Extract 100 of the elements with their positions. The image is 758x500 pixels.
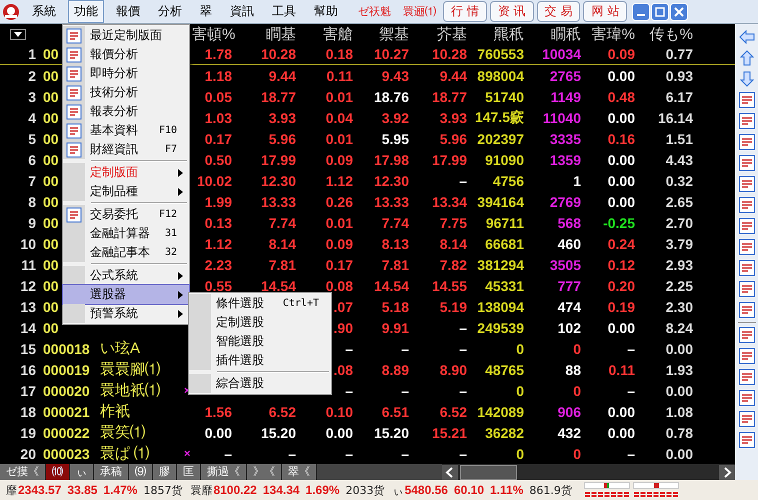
sheet-tab[interactable]: 承稿 <box>94 464 129 480</box>
table-cell: 10.28 <box>432 46 467 62</box>
column-header[interactable]: 羆秖 <box>494 26 524 42</box>
menu-option[interactable]: 插件選股 <box>189 351 331 370</box>
table-cell: 0.00 <box>608 194 635 210</box>
sheet-tab[interactable]: ゼ摸《 <box>0 464 46 480</box>
menu-option[interactable]: 預警系統 <box>63 304 189 323</box>
column-header[interactable]: 害瑋% <box>592 26 635 42</box>
menu-option[interactable]: 選股器 <box>63 285 189 304</box>
table-cell: 1.56 <box>204 404 232 420</box>
column-header[interactable]: 害頓% <box>192 26 236 42</box>
menu-option[interactable]: 報表分析 <box>63 102 189 121</box>
menu-option[interactable]: 金融計算器 31 <box>63 224 189 243</box>
column-header[interactable]: 传も% <box>650 26 693 42</box>
menu-item[interactable]: 資訊 <box>224 0 260 23</box>
menu-item[interactable]: 功能 <box>68 0 104 23</box>
menu-option[interactable]: 綜合選股 <box>189 374 331 393</box>
menu-option[interactable]: 報價分析 <box>63 45 189 64</box>
menu-option[interactable]: 基本資料 F10 <box>63 121 189 140</box>
sheet-tab[interactable]: ⑽ <box>46 464 70 480</box>
table-cell: 7.74 <box>268 214 296 230</box>
row-number: 9 <box>28 214 36 230</box>
stock-code: 00 <box>43 298 59 314</box>
stock-code: 000022 <box>43 424 90 440</box>
column-header[interactable]: 芥基 <box>437 26 467 42</box>
dropdown-icon[interactable] <box>10 28 26 40</box>
sheet-tab[interactable]: ⑼ <box>129 464 153 480</box>
sheet-tab[interactable]: 》《 <box>247 464 282 480</box>
menu-option[interactable]: 智能選股 <box>189 332 331 351</box>
table-cell: 568 <box>558 214 581 230</box>
table-cell: 147.5窾 <box>474 108 524 124</box>
table-cell: 7.81 <box>382 256 409 272</box>
menu-option[interactable]: 技術分析 <box>63 83 189 102</box>
row-number: 15 <box>20 340 36 356</box>
menu-item[interactable]: 幫助 <box>308 0 344 23</box>
sheet-tab[interactable]: 翠《 <box>282 464 317 480</box>
menu-option[interactable]: 定制品種 <box>63 182 189 201</box>
horizontal-scrollbar[interactable] <box>442 464 735 480</box>
menu-option[interactable]: 即時分析 <box>63 64 189 83</box>
table-cell: 96711 <box>486 214 524 230</box>
menu-item[interactable]: 翠 <box>194 0 218 23</box>
menu-option[interactable]: 公式系統 <box>63 266 189 285</box>
table-cell: 14.55 <box>432 278 467 294</box>
table-cell: -0.25 <box>603 214 635 230</box>
table-cell: 3505 <box>550 256 581 272</box>
scroll-right-icon[interactable] <box>719 464 735 480</box>
table-cell: 2.93 <box>666 256 693 272</box>
column-header[interactable]: 瞯秖 <box>551 26 581 42</box>
table-cell: 0.20 <box>608 278 635 294</box>
link-button[interactable]: 资 讯 <box>490 1 534 22</box>
scroll-left-icon[interactable] <box>442 464 458 480</box>
table-cell: 142089 <box>477 404 524 420</box>
maximize-icon[interactable] <box>651 2 670 20</box>
menu-option[interactable]: 金融記事本 32 <box>63 243 189 262</box>
menu-option[interactable]: 最近定制版面 <box>63 26 189 45</box>
sheet-tab[interactable]: 膠 <box>153 464 177 480</box>
menu-option[interactable]: 定制選股 <box>189 313 331 332</box>
menu-option[interactable]: 財經資訊 F7 <box>63 140 189 159</box>
arrow-left-icon[interactable] <box>738 28 756 46</box>
table-cell: 3.93 <box>268 110 296 126</box>
table-cell: 10.27 <box>374 46 409 62</box>
stock-code: 00 <box>43 68 59 84</box>
arrow-up-icon[interactable] <box>738 49 756 67</box>
index-volume: 2033货 <box>346 482 385 498</box>
menu-item[interactable]: 工具 <box>266 0 302 23</box>
table-cell: 1.03 <box>204 110 232 126</box>
stock-code: 00 <box>43 278 59 294</box>
table-cell: 3.92 <box>382 110 409 126</box>
link-button[interactable]: 行 情 <box>443 1 487 22</box>
scroll-thumb[interactable] <box>460 464 517 480</box>
menu-item[interactable]: 分析 <box>152 0 188 23</box>
stock-name: 睘ぱ ⑴ <box>100 445 150 462</box>
column-header[interactable]: 瞷基 <box>266 26 296 42</box>
menu-item[interactable]: 系統 <box>26 0 62 23</box>
table-cell: 5.18 <box>382 298 409 314</box>
table-cell: – <box>459 320 467 336</box>
column-header[interactable]: 害艙 <box>323 26 353 42</box>
sheet-tab[interactable]: 匡 <box>177 464 201 480</box>
arrow-down-icon[interactable] <box>738 70 756 88</box>
sheet-tab[interactable]: ぃ <box>70 464 94 480</box>
table-cell: 16.14 <box>658 110 693 126</box>
table-cell: 460 <box>558 236 581 252</box>
link-button[interactable]: 交 易 <box>536 1 580 22</box>
menu-option[interactable]: 定制版面 <box>63 163 189 182</box>
menu-option[interactable]: 條件選股 Ctrl+T <box>189 294 331 313</box>
stock-code: 00 <box>43 46 59 62</box>
link-button[interactable]: 网 站 <box>583 1 628 22</box>
sheet-tab[interactable]: 撕過《 <box>201 464 247 480</box>
minimize-icon[interactable] <box>632 2 650 20</box>
menu-item[interactable]: 報價 <box>110 0 146 23</box>
table-cell: 17.99 <box>432 152 467 168</box>
table-cell: – <box>401 446 409 462</box>
close-icon[interactable] <box>670 2 688 20</box>
table-cell: 202397 <box>477 130 524 146</box>
row-number: 4 <box>28 110 36 126</box>
column-header[interactable]: 禦基 <box>379 26 409 42</box>
menu-option[interactable]: 交易委托 F12 <box>63 205 189 224</box>
table-cell: 2.23 <box>204 256 232 272</box>
table-cell: 1.18 <box>204 68 232 84</box>
table-cell: – <box>627 382 635 398</box>
